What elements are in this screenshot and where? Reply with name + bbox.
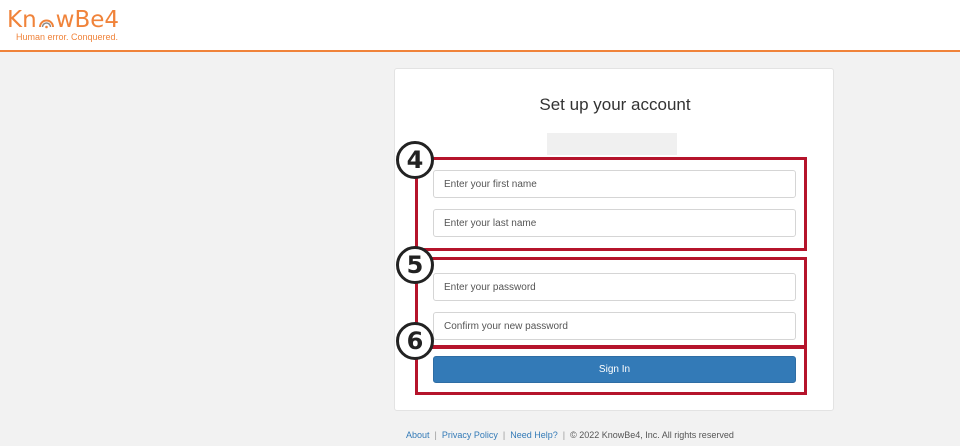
footer: About | Privacy Policy | Need Help? | © 2022 K… [406,430,734,440]
footer-help-link[interactable]: Need Help? [510,430,558,440]
annotation-box-name-fields [415,157,807,251]
knowbe4-logo[interactable]: Kn wBe4 Human error. Conquered. [7,8,119,42]
logo-text-suffix: wBe4 [55,7,120,33]
annotation-box-sign-in [415,345,807,395]
annotation-box-password-fields [415,257,807,349]
logo-text-prefix: Kn [7,7,37,33]
logo-tagline: Human error. Conquered. [16,32,119,42]
annotation-step-5: 5 [396,246,434,284]
footer-separator: | [562,430,566,440]
logo-wordmark: Kn wBe4 [7,8,119,32]
footer-separator: | [434,430,437,440]
image-placeholder [547,133,677,155]
footer-copyright: © 2022 KnowBe4, Inc. All rights reserved [570,430,734,440]
footer-separator: | [502,430,506,440]
page-title: Set up your account [539,95,691,114]
logo-o-icon [38,13,55,29]
top-header: Kn wBe4 Human error. Conquered. [0,0,960,52]
annotation-step-6: 6 [396,322,434,360]
annotation-step-4: 4 [396,141,434,179]
footer-about-link[interactable]: About [406,430,430,440]
footer-privacy-link[interactable]: Privacy Policy [442,430,498,440]
